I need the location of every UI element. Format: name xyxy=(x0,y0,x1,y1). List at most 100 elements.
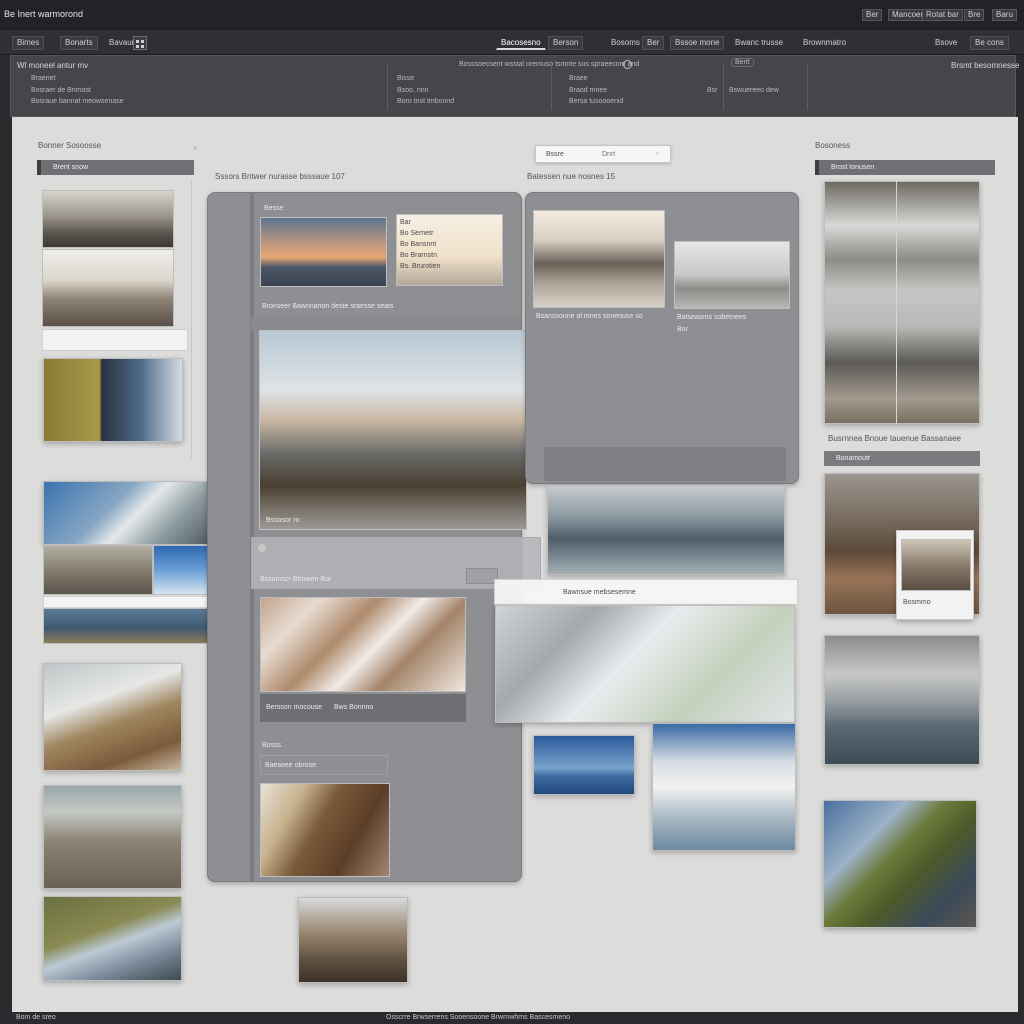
right-popup-card[interactable]: Bosmmo xyxy=(896,530,974,620)
info-row-3: Bosraue bannat meowsenase xyxy=(31,98,124,105)
collage-caption-bar: Bersson mocouse Bws Bonnno xyxy=(260,694,466,722)
left-caption-strip xyxy=(42,329,188,351)
window-button-1[interactable]: Ber xyxy=(862,9,883,21)
thumb-beach-panorama[interactable] xyxy=(533,210,665,308)
search-arrow-icon[interactable]: › xyxy=(656,150,658,157)
window-button-5[interactable]: Baru xyxy=(992,9,1017,21)
panel-1-field-label: Baeseee obrose xyxy=(265,762,316,769)
popup-thumb[interactable] xyxy=(901,539,971,591)
info-divider-4 xyxy=(807,64,808,110)
info-row-1: Braenet xyxy=(31,75,56,82)
list-card[interactable]: Bar Bo Sernetr Bo Bansnnt Bo Brarnstn Bs… xyxy=(396,214,503,286)
floating-header: Bawnsue mebsesemne xyxy=(494,579,798,605)
left-caption-strip-2 xyxy=(43,596,221,608)
coast-grid-vline xyxy=(896,181,897,424)
list-item-1[interactable]: Bar xyxy=(400,219,411,226)
info-col2-1: Bisse xyxy=(397,75,415,82)
thumb-sunset[interactable] xyxy=(260,217,387,287)
window-button-3[interactable]: Rotat bar xyxy=(922,9,963,21)
info-col2-2: Bsoo, nnn xyxy=(397,87,429,94)
toolbar: Bimes Bonarts Bavaurent Bacosesno Berson… xyxy=(0,30,1024,55)
center-label-2: Batessen nue nosnes 15 xyxy=(527,172,616,181)
thumb-ice-structure[interactable] xyxy=(533,735,635,795)
thumb-ocean-spray[interactable] xyxy=(547,485,785,575)
toolbar-tab-3[interactable]: Bosoms xyxy=(606,36,645,50)
list-item-4[interactable]: Bo Brarnstn xyxy=(400,252,437,259)
info-row-2: Bosraer de Bnmost xyxy=(31,87,91,94)
floating-header-label: Bawnsue mebsesemne xyxy=(563,589,636,596)
panel-1-section-label: Bosss xyxy=(262,742,282,749)
left-collapse-icon[interactable]: › xyxy=(194,143,197,152)
thumb-waterfall-cliff[interactable] xyxy=(43,358,183,442)
thumb-waterfall-rock[interactable] xyxy=(260,783,390,877)
info-divider-1 xyxy=(387,64,388,110)
panel-2-caption-2: Batseasrns sobetnees xyxy=(677,314,747,321)
thumb-snowy-shore[interactable] xyxy=(42,249,174,327)
toolbar-tab-6[interactable]: Bwanc trusse xyxy=(730,36,788,50)
overlay-dot-icon[interactable] xyxy=(258,544,266,552)
grid-icon[interactable] xyxy=(133,36,147,50)
list-item-2[interactable]: Bo Sernetr xyxy=(400,230,433,237)
toolbar-right-1[interactable]: Bsove xyxy=(930,36,962,50)
info-right-title: Brsmt besomnesse xyxy=(951,61,1020,70)
status-center: Osscrre Brwserrens Sooensoone Brwrnwhms … xyxy=(386,1014,571,1021)
panel-2-caption-3: Bor xyxy=(677,326,688,333)
info-col3b: Bsr xyxy=(707,87,718,94)
thumb-layered-rock[interactable] xyxy=(43,785,182,889)
thumb-large-coast[interactable] xyxy=(259,330,527,530)
info-col4b[interactable]: Bertt xyxy=(731,58,754,67)
thumb-rock-stack[interactable] xyxy=(43,545,153,595)
left-column-header[interactable]: Brent snow xyxy=(37,160,194,175)
list-item-3[interactable]: Bo Bansnnt xyxy=(400,241,436,248)
panel-1-header: Besse xyxy=(264,205,284,212)
info-title: Wl moneel antur mv xyxy=(17,61,89,70)
right-header-2[interactable]: Bonamoutr xyxy=(824,451,980,466)
large-thumb-caption: Bssosor ro xyxy=(266,517,300,524)
popup-caption: Bosmmo xyxy=(903,599,931,606)
thumb-coast-grid[interactable] xyxy=(824,181,980,424)
info-circle-icon[interactable] xyxy=(623,60,632,69)
search-box[interactable]: Bssre › xyxy=(535,145,671,163)
info-col2-3: Boro tnst tmbonnd xyxy=(397,98,455,105)
toolbar-tab-4[interactable]: Ber xyxy=(642,36,665,50)
status-bar: Bom de sreo Osscrre Brwserrens Sooensoon… xyxy=(0,1012,1024,1024)
toolbar-tab-1[interactable]: Bacosesno xyxy=(496,36,546,50)
thumb-cloud-sky[interactable] xyxy=(652,723,796,851)
toolbar-left-2[interactable]: Bonarts xyxy=(60,36,98,50)
thumb-beach-waves[interactable] xyxy=(43,663,182,771)
thumb-green-cliff[interactable] xyxy=(43,896,182,981)
panel-1-caption: Bronseer Bawnnanon deste sraesse seats xyxy=(262,303,394,310)
thumb-rocky-coast[interactable] xyxy=(42,190,174,248)
thumb-misty-sea[interactable] xyxy=(674,241,790,309)
thumb-rock-formation[interactable] xyxy=(298,897,408,983)
info-col3-2: Braod mnee xyxy=(569,87,608,94)
collage-caption-2: Bws Bonnno xyxy=(334,704,374,711)
thumb-collage[interactable] xyxy=(260,597,466,692)
left-column-title: Bonner Sosoosse xyxy=(38,141,102,150)
panel-1-field[interactable]: Baeseee obrose xyxy=(260,755,388,775)
thumb-geyser[interactable] xyxy=(43,481,211,545)
toolbar-right-2[interactable]: Be cons xyxy=(970,36,1009,50)
search-value: Bssre xyxy=(546,151,564,158)
right-label-2: Busrnnea Bnoue tauenue Bassanaee xyxy=(828,434,961,443)
title-bar: Be Inert warmorond Ber Mancoer Rotat bar… xyxy=(0,0,1024,30)
right-column-header[interactable]: Brost tonusen xyxy=(815,160,995,175)
toolbar-tab-7[interactable]: Brownmatro xyxy=(798,36,851,50)
thumb-ocean-wave[interactable] xyxy=(43,608,208,644)
info-divider-2 xyxy=(551,64,552,110)
status-left: Bom de sreo xyxy=(16,1014,56,1021)
thumb-mossy-shore[interactable] xyxy=(823,800,977,928)
search-input[interactable] xyxy=(602,149,652,160)
info-bar: Wl moneel antur mv Braenet Bosraer de Bn… xyxy=(10,55,1020,117)
panel-1-separator xyxy=(251,317,521,331)
list-item-5[interactable]: Bs. Brurotien xyxy=(400,263,440,270)
toolbar-tab-2[interactable]: Berson xyxy=(548,36,584,50)
overlay-caption: Bssumscr Btrowen Bor xyxy=(260,576,332,583)
toolbar-tab-5[interactable]: Bssoe mone xyxy=(670,36,725,50)
toolbar-left-1[interactable]: Bimes xyxy=(12,36,45,50)
right-column-title: Bosoness xyxy=(815,141,851,150)
window-button-4[interactable]: Bre xyxy=(964,9,985,21)
collage-caption-1: Bersson mocouse xyxy=(266,704,323,711)
thumb-wave-blur[interactable] xyxy=(495,605,795,723)
thumb-stormy-sea[interactable] xyxy=(824,635,980,765)
